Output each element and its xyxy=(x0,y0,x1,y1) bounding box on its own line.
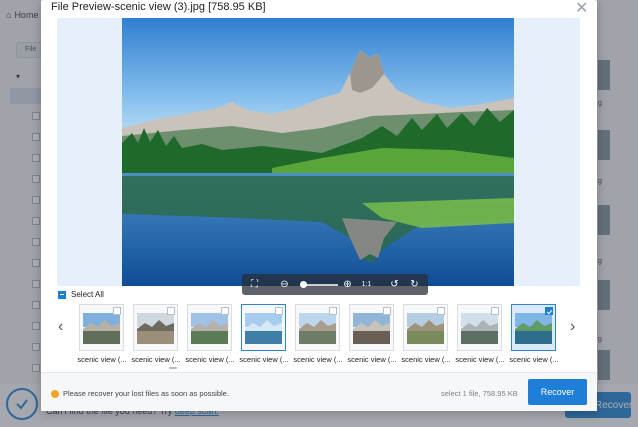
thumbnail-checkbox[interactable] xyxy=(545,307,553,315)
thumbnail-item[interactable] xyxy=(187,304,232,351)
thumbnail-image xyxy=(245,313,282,344)
thumbnail-image xyxy=(461,313,498,344)
thumbnail-image xyxy=(407,313,444,344)
thumbnail-item[interactable] xyxy=(79,304,124,351)
zoom-in-icon[interactable]: ⊕ xyxy=(341,278,354,291)
preview-image xyxy=(122,18,514,286)
close-icon[interactable]: ✕ xyxy=(575,0,588,18)
zoom-toolbar: ⛶ ⊖ ⊕ 1:1 ↺ ↻ xyxy=(242,274,428,295)
thumbnail-checkbox[interactable] xyxy=(167,307,175,315)
thumbnail-item[interactable] xyxy=(511,304,556,351)
dialog-footer: Please recover your lost files as soon a… xyxy=(41,372,597,411)
thumbnail-image xyxy=(299,313,336,344)
actual-size-button[interactable]: 1:1 xyxy=(360,278,373,291)
thumbnail-image xyxy=(191,313,228,344)
thumbnail-checkbox[interactable] xyxy=(221,307,229,315)
thumbnail-checkbox[interactable] xyxy=(437,307,445,315)
thumbnail-label: scenic view (... xyxy=(509,355,559,364)
thumbnail-label: scenic view (... xyxy=(347,355,397,364)
prev-arrow-icon[interactable]: ‹ xyxy=(58,318,63,336)
thumbnail-checkbox[interactable] xyxy=(113,307,121,315)
recover-button[interactable]: Recover xyxy=(528,379,587,405)
thumbnail-scroll-indicator xyxy=(169,367,177,369)
thumbnail-label: scenic view (... xyxy=(401,355,451,364)
thumbnail-label: scenic view (... xyxy=(77,355,127,364)
thumbnail-item[interactable] xyxy=(349,304,394,351)
fit-screen-icon[interactable]: ⛶ xyxy=(248,278,261,291)
thumbnail-item[interactable] xyxy=(295,304,340,351)
thumbnail-image xyxy=(353,313,390,344)
thumbnail-label: scenic view (... xyxy=(293,355,343,364)
thumbnail-checkbox[interactable] xyxy=(491,307,499,315)
thumbnail-image xyxy=(515,313,552,344)
thumbnail-checkbox[interactable] xyxy=(329,307,337,315)
zoom-out-icon[interactable]: ⊖ xyxy=(278,278,291,291)
file-preview-dialog: File Preview-scenic view (3).jpg [758.95… xyxy=(41,0,597,411)
thumbnail-label: scenic view (... xyxy=(185,355,235,364)
zoom-slider-handle[interactable] xyxy=(300,281,307,288)
thumbnail-item[interactable] xyxy=(133,304,178,351)
select-all-indeterminate-icon xyxy=(58,290,66,299)
thumbnail-label: scenic view (... xyxy=(239,355,289,364)
select-all-checkbox[interactable]: Select All xyxy=(58,290,104,299)
zoom-slider[interactable] xyxy=(302,284,338,286)
thumbnail-label: scenic view (... xyxy=(131,355,181,364)
thumbnail-image xyxy=(83,313,120,344)
next-arrow-icon[interactable]: › xyxy=(570,318,575,336)
thumbnail-checkbox[interactable] xyxy=(383,307,391,315)
thumbnail-item[interactable] xyxy=(241,304,286,351)
warning-text: Please recover your lost files as soon a… xyxy=(63,389,229,398)
thumbnail-item[interactable] xyxy=(457,304,502,351)
thumbnail-label: scenic view (... xyxy=(455,355,505,364)
selection-info: select 1 file, 758.95 KB xyxy=(441,389,518,398)
warning-icon xyxy=(51,389,59,398)
thumbnail-image xyxy=(137,313,174,344)
recover-warning: Please recover your lost files as soon a… xyxy=(51,389,229,398)
select-all-label: Select All xyxy=(71,290,104,299)
thumbnail-item[interactable] xyxy=(403,304,448,351)
rotate-left-icon[interactable]: ↺ xyxy=(388,278,401,291)
preview-area: ⛶ ⊖ ⊕ 1:1 ↺ ↻ xyxy=(57,18,580,295)
dialog-title: File Preview-scenic view (3).jpg [758.95… xyxy=(51,1,266,13)
rotate-right-icon[interactable]: ↻ xyxy=(408,278,421,291)
thumbnail-checkbox[interactable] xyxy=(275,307,283,315)
